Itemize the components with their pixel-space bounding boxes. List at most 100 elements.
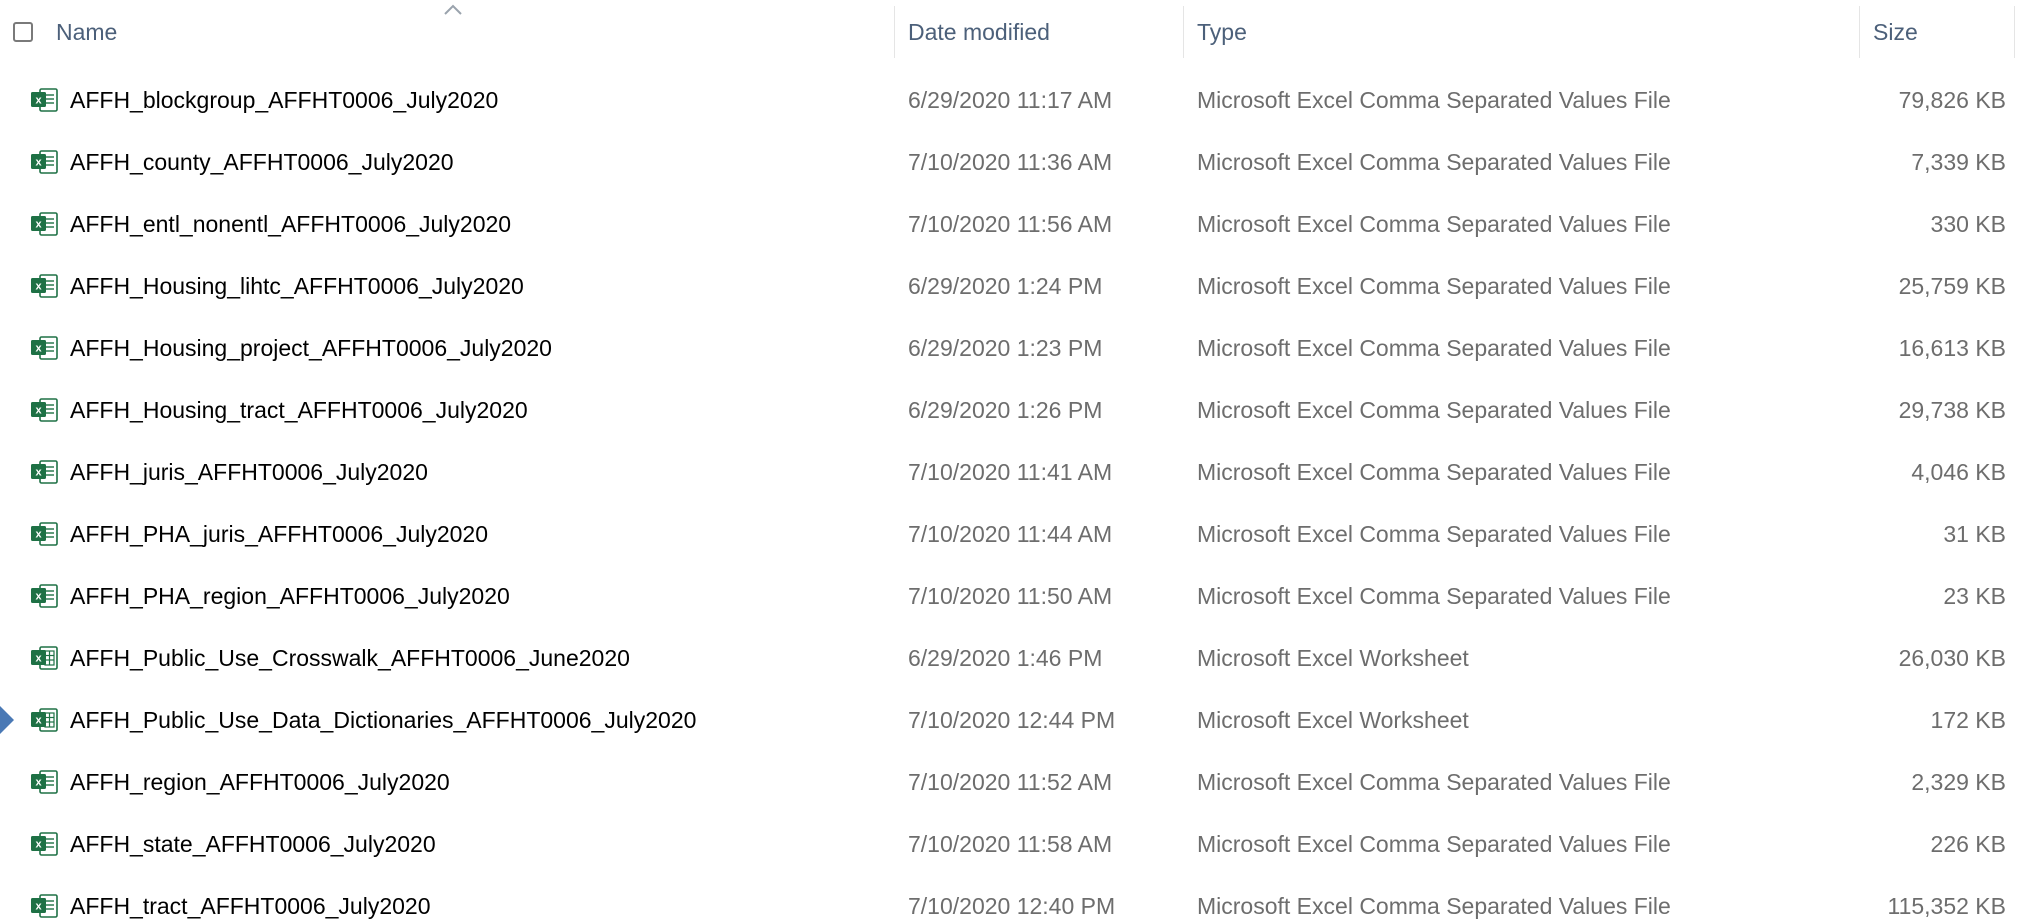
svg-text:x: x <box>35 529 42 541</box>
type-column-header[interactable]: Type <box>1197 0 1857 64</box>
file-type: Microsoft Excel Comma Separated Values F… <box>1197 334 1671 361</box>
size-column-header[interactable]: Size <box>1873 0 2013 64</box>
file-name: AFFH_region_AFFHT0006_July2020 <box>70 768 450 795</box>
column-divider[interactable] <box>1859 6 1860 58</box>
file-date-modified: 6/29/2020 1:23 PM <box>908 334 1103 361</box>
svg-text:x: x <box>35 405 42 417</box>
file-row[interactable]: x AFFH_blockgroup_AFFHT0006_July2020 6/29/… <box>0 69 2021 131</box>
svg-text:x: x <box>35 777 42 789</box>
file-type: Microsoft Excel Comma Separated Values F… <box>1197 520 1671 547</box>
file-row[interactable]: x AFFH_state_AFFHT0006_July2020 7/10/2020 … <box>0 813 2021 875</box>
file-row[interactable]: x AFFH_PHA_juris_AFFHT0006_July2020 7/10/2… <box>0 503 2021 565</box>
file-type: Microsoft Excel Worksheet <box>1197 706 1469 733</box>
csv-file-icon: x <box>30 69 64 131</box>
csv-file-icon: x <box>30 131 64 193</box>
type-header-label: Type <box>1197 18 1247 45</box>
file-size: 23 KB <box>1943 582 2006 609</box>
csv-file-icon: x <box>30 255 64 317</box>
file-size: 25,759 KB <box>1898 272 2006 299</box>
file-size: 26,030 KB <box>1898 644 2006 671</box>
csv-file-icon: x <box>30 813 64 875</box>
file-date-modified: 6/29/2020 1:26 PM <box>908 396 1103 423</box>
file-size: 31 KB <box>1943 520 2006 547</box>
file-row[interactable]: x AFFH_PHA_region_AFFHT0006_July2020 7/10/… <box>0 565 2021 627</box>
file-date-modified: 7/10/2020 12:40 PM <box>908 892 1116 919</box>
file-type: Microsoft Excel Worksheet <box>1197 644 1469 671</box>
file-row[interactable]: x AFFH_entl_nonentl_AFFHT0006_July2020 7/1… <box>0 193 2021 255</box>
file-size: 330 KB <box>1930 210 2006 237</box>
svg-text:x: x <box>35 653 42 665</box>
file-name: AFFH_Housing_tract_AFFHT0006_July2020 <box>70 396 528 423</box>
file-row[interactable]: x AFFH_Public_Use_Data_Dictionaries_AFFHT… <box>0 689 2021 751</box>
column-divider[interactable] <box>1183 6 1184 58</box>
file-name: AFFH_tract_AFFHT0006_July2020 <box>70 892 431 919</box>
file-type: Microsoft Excel Comma Separated Values F… <box>1197 458 1671 485</box>
file-date-modified: 6/29/2020 1:46 PM <box>908 644 1103 671</box>
file-size: 2,329 KB <box>1911 768 2006 795</box>
file-type: Microsoft Excel Comma Separated Values F… <box>1197 86 1671 113</box>
csv-file-icon: x <box>30 317 64 379</box>
file-name: AFFH_Public_Use_Data_Dictionaries_AFFHT0… <box>70 706 697 733</box>
sort-ascending-chevron-up-icon <box>444 4 462 15</box>
file-date-modified: 6/29/2020 1:24 PM <box>908 272 1103 299</box>
csv-file-icon: x <box>30 875 64 919</box>
date-header-label: Date modified <box>908 18 1050 45</box>
file-size: 29,738 KB <box>1898 396 2006 423</box>
file-row[interactable]: x AFFH_Housing_lihtc_AFFHT0006_July2020 6/… <box>0 255 2021 317</box>
file-row[interactable]: x AFFH_tract_AFFHT0006_July2020 7/10/2020 … <box>0 875 2021 919</box>
file-name: AFFH_Housing_lihtc_AFFHT0006_July2020 <box>70 272 524 299</box>
file-type: Microsoft Excel Comma Separated Values F… <box>1197 892 1671 919</box>
xlsx-file-icon: x <box>30 627 64 689</box>
file-date-modified: 7/10/2020 11:50 AM <box>908 582 1113 609</box>
column-divider[interactable] <box>894 6 895 58</box>
pointer-arrow-icon <box>0 706 14 734</box>
svg-text:x: x <box>35 467 42 479</box>
file-name: AFFH_PHA_region_AFFHT0006_July2020 <box>70 582 510 609</box>
name-header-label: Name <box>56 18 118 45</box>
file-size: 79,826 KB <box>1898 86 2006 113</box>
file-type: Microsoft Excel Comma Separated Values F… <box>1197 272 1671 299</box>
svg-text:x: x <box>35 343 42 355</box>
svg-text:x: x <box>35 591 42 603</box>
file-name: AFFH_juris_AFFHT0006_July2020 <box>70 458 428 485</box>
csv-file-icon: x <box>30 379 64 441</box>
file-size: 115,352 KB <box>1887 892 2006 919</box>
svg-text:x: x <box>35 715 42 727</box>
file-row[interactable]: x AFFH_juris_AFFHT0006_July2020 7/10/2020 … <box>0 441 2021 503</box>
csv-file-icon: x <box>30 441 64 503</box>
csv-file-icon: x <box>30 503 64 565</box>
file-name: AFFH_entl_nonentl_AFFHT0006_July2020 <box>70 210 512 237</box>
csv-file-icon: x <box>30 565 64 627</box>
svg-text:x: x <box>35 901 42 913</box>
file-size: 172 KB <box>1930 706 2006 733</box>
file-row[interactable]: x AFFH_Housing_tract_AFFHT0006_July2020 6/… <box>0 379 2021 441</box>
file-date-modified: 7/10/2020 11:52 AM <box>908 768 1113 795</box>
file-size: 7,339 KB <box>1911 148 2006 175</box>
file-date-modified: 7/10/2020 11:58 AM <box>908 830 1113 857</box>
name-column-header[interactable]: Name <box>56 0 894 64</box>
file-row[interactable]: x AFFH_Housing_project_AFFHT0006_July2020… <box>0 317 2021 379</box>
file-size: 16,613 KB <box>1898 334 2006 361</box>
date-modified-column-header[interactable]: Date modified <box>908 0 1183 64</box>
file-explorer-details-view: Name Date modified Type Size x AFFH_block… <box>0 0 2021 919</box>
column-divider[interactable] <box>2014 6 2015 58</box>
file-type: Microsoft Excel Comma Separated Values F… <box>1197 210 1671 237</box>
file-type: Microsoft Excel Comma Separated Values F… <box>1197 768 1671 795</box>
file-name: AFFH_blockgroup_AFFHT0006_July2020 <box>70 86 499 113</box>
file-name: AFFH_state_AFFHT0006_July2020 <box>70 830 436 857</box>
csv-file-icon: x <box>30 193 64 255</box>
svg-text:x: x <box>35 219 42 231</box>
file-type: Microsoft Excel Comma Separated Values F… <box>1197 396 1671 423</box>
file-size: 4,046 KB <box>1911 458 2006 485</box>
svg-text:x: x <box>35 95 42 107</box>
select-all-checkbox[interactable] <box>13 22 33 42</box>
file-row[interactable]: x AFFH_region_AFFHT0006_July2020 7/10/2020… <box>0 751 2021 813</box>
file-date-modified: 7/10/2020 11:36 AM <box>908 148 1113 175</box>
file-row[interactable]: x AFFH_county_AFFHT0006_July2020 7/10/2020… <box>0 131 2021 193</box>
svg-text:x: x <box>35 839 42 851</box>
svg-text:x: x <box>35 157 42 169</box>
file-name: AFFH_PHA_juris_AFFHT0006_July2020 <box>70 520 489 547</box>
file-size: 226 KB <box>1930 830 2006 857</box>
file-row[interactable]: x AFFH_Public_Use_Crosswalk_AFFHT0006_Jun… <box>0 627 2021 689</box>
file-name: AFFH_Housing_project_AFFHT0006_July2020 <box>70 334 552 361</box>
